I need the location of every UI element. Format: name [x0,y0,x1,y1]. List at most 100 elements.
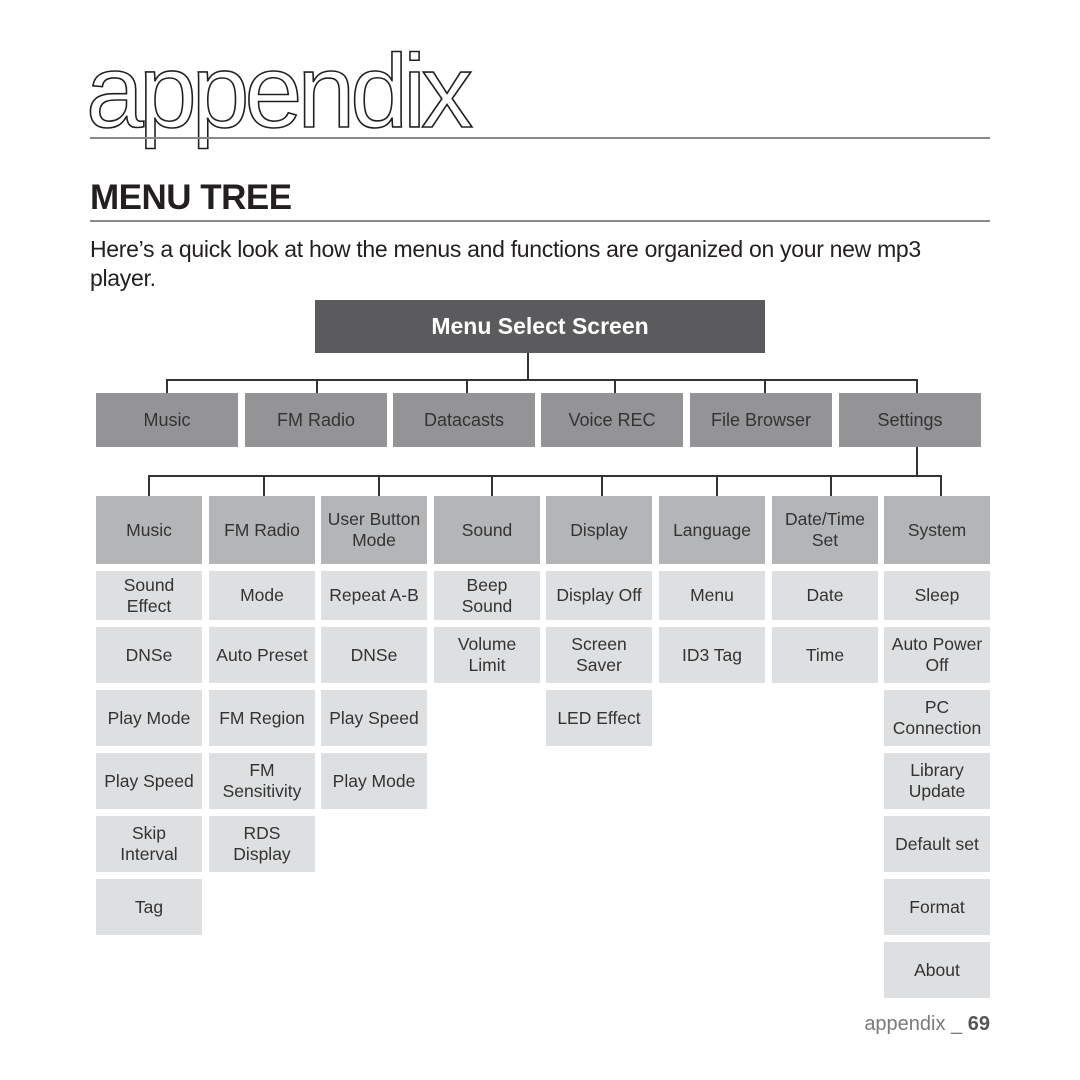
submenu-item-date: Date [772,571,878,620]
submenu-item-volume-limit: Volume Limit [434,627,540,683]
settings-node-display-label: Display [570,519,628,540]
settings-node-system: System [884,496,990,564]
submenu-item-screen-saver: Screen Saver [546,627,652,683]
submenu-item-time: Time [772,627,878,683]
submenu-item-play-speed: Play Speed [321,690,427,746]
menu-select-screen-node: Menu Select Screen [315,300,765,353]
submenu-item-auto-preset-label: Auto Preset [216,644,308,665]
submenu-item-skip-interval-label: Skip Interval [120,823,178,864]
level2-connector-tick [378,475,380,496]
level1-connector-tick [166,379,168,393]
settings-node-fm-radio: FM Radio [209,496,315,564]
menu-node-settings: Settings [839,393,981,447]
submenu-item-beep-sound: Beep Sound [434,571,540,620]
menu-node-datacasts-label: Datacasts [423,409,505,430]
settings-node-language: Language [659,496,765,564]
submenu-item-format-label: Format [909,896,965,917]
section-divider [90,220,990,222]
footer-label: appendix _ [864,1013,963,1035]
settings-node-fm-radio-label: FM Radio [224,519,300,540]
submenu-item-display-off: Display Off [546,571,652,620]
settings-node-music-label: Music [126,519,172,540]
submenu-item-library-update-label: Library Update [908,760,966,801]
submenu-item-fm-sensitivity-label: FM Sensitivity [222,760,302,801]
submenu-item-about-label: About [914,959,960,980]
submenu-item-repeat-a-b: Repeat A-B [321,571,427,620]
settings-node-system-label: System [907,519,967,540]
submenu-item-pc-connection: PC Connection [884,690,990,746]
menu-node-file-browser: File Browser [690,393,832,447]
submenu-item-play-mode: Play Mode [96,690,202,746]
submenu-item-id3-tag: ID3 Tag [659,627,765,683]
submenu-item-date-label: Date [806,585,844,605]
submenu-item-pc-connection-label: PC Connection [892,697,982,738]
submenu-item-dnse: DNSe [321,627,427,683]
page-footer: appendix _ 69 [864,1013,990,1036]
submenu-item-screen-saver-label: Screen Saver [571,634,627,675]
submenu-item-dnse-label: DNSe [125,644,173,665]
menu-select-screen-node-label: Menu Select Screen [431,313,649,339]
submenu-item-auto-power-off-label: Auto Power Off [891,634,983,675]
submenu-item-default-set: Default set [884,816,990,872]
settings-node-sound: Sound [434,496,540,564]
submenu-item-play-speed-label: Play Speed [104,770,194,791]
submenu-item-library-update: Library Update [884,753,990,809]
submenu-item-menu-label: Menu [690,585,734,605]
submenu-item-led-effect: LED Effect [546,690,652,746]
level1-connector-tick [614,379,616,393]
settings-node-music: Music [96,496,202,564]
submenu-item-sleep-label: Sleep [914,585,960,605]
intro-paragraph: Here’s a quick look at how the menus and… [90,236,921,291]
submenu-item-about: About [884,942,990,998]
submenu-item-play-mode-label: Play Mode [107,707,191,728]
settings-connector-stem [916,447,918,476]
submenu-item-dnse-label: DNSe [350,644,398,665]
submenu-item-led-effect-label: LED Effect [557,707,641,728]
section-title: MENU TREE [90,178,292,217]
level1-connector-tick [316,379,318,393]
menu-node-voice-rec-label: Voice REC [568,409,656,430]
root-connector-stem [527,353,529,380]
menu-node-file-browser-label: File Browser [710,409,812,430]
submenu-item-tag: Tag [96,879,202,935]
submenu-item-play-mode-label: Play Mode [332,770,416,791]
submenu-item-play-mode: Play Mode [321,753,427,809]
level2-connector-bar [148,475,942,477]
settings-node-sound-label: Sound [461,519,513,540]
submenu-item-auto-preset: Auto Preset [209,627,315,683]
submenu-item-sound-effect: Sound Effect [96,571,202,620]
submenu-item-sleep: Sleep [884,571,990,620]
submenu-item-default-set-label: Default set [895,833,979,854]
submenu-item-fm-region-label: FM Region [219,707,305,728]
page-number: 69 [967,1013,990,1035]
submenu-item-mode-label: Mode [240,585,284,605]
menu-node-fm-radio-label: FM Radio [276,409,356,430]
level2-connector-tick [830,475,832,496]
submenu-item-time-label: Time [805,644,845,665]
level2-connector-tick [263,475,265,496]
menu-node-music-label: Music [143,409,191,430]
submenu-item-tag-label: Tag [134,896,164,917]
settings-node-date-time-set-label: Date/Time Set [784,509,866,550]
settings-node-language-label: Language [673,519,751,540]
level2-connector-tick [716,475,718,496]
level2-connector-tick [940,475,942,496]
level2-connector-tick [148,475,150,496]
menu-node-fm-radio: FM Radio [245,393,387,447]
settings-node-user-button-mode-label: User Button Mode [327,509,421,550]
submenu-item-play-speed: Play Speed [96,753,202,809]
submenu-item-skip-interval: Skip Interval [96,816,202,872]
level1-connector-tick [916,379,918,393]
settings-node-display: Display [546,496,652,564]
submenu-item-auto-power-off: Auto Power Off [884,627,990,683]
settings-node-date-time-set: Date/Time Set [772,496,878,564]
submenu-item-fm-region: FM Region [209,690,315,746]
submenu-item-mode: Mode [209,571,315,620]
submenu-item-rds-display-label: RDS Display [233,823,291,864]
level2-connector-tick [601,475,603,496]
chapter-title: appendix [85,34,474,150]
level1-connector-bar [166,379,918,381]
level1-connector-tick [466,379,468,393]
chapter-divider [90,137,990,139]
submenu-item-dnse: DNSe [96,627,202,683]
